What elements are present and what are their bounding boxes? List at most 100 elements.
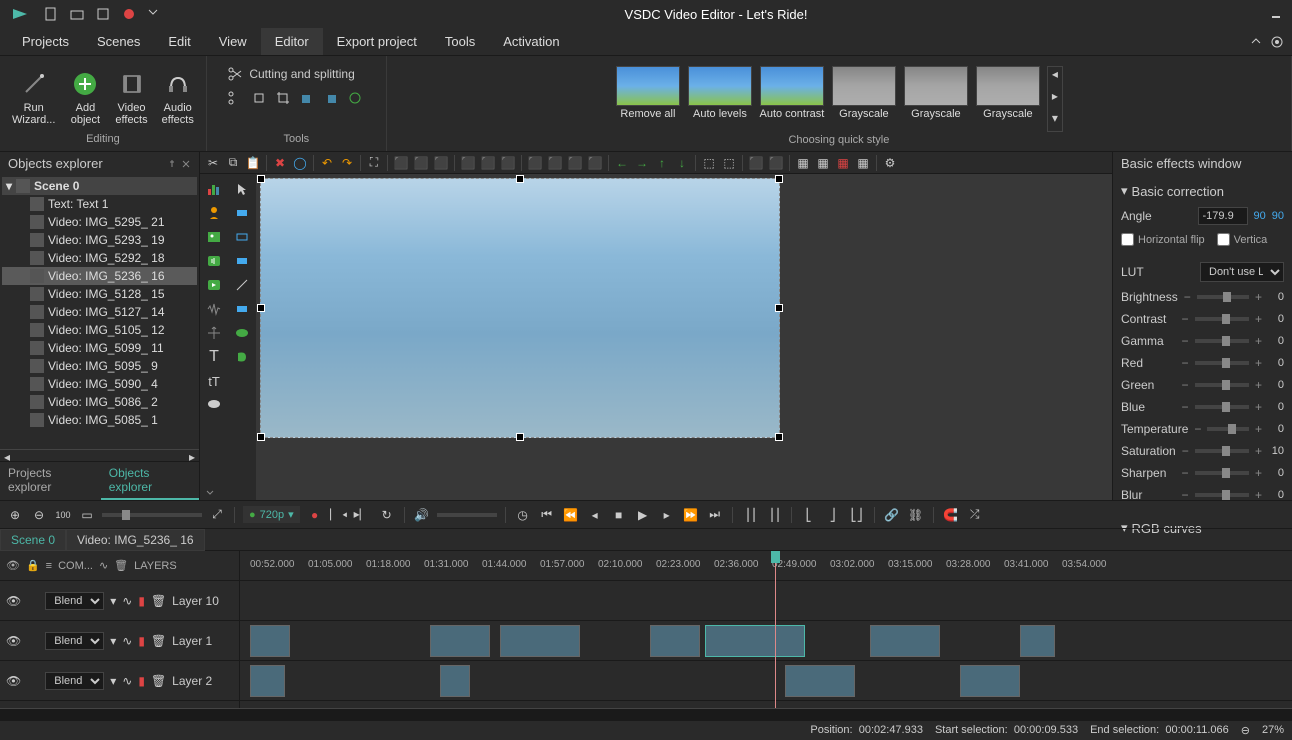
angle-input[interactable] <box>1198 207 1248 225</box>
snap-tool-icon[interactable] <box>251 90 269 108</box>
style-thumb-2[interactable]: Auto contrast <box>759 66 825 126</box>
zoom-out-icon[interactable]: ⊖ <box>30 506 48 524</box>
layers-header-icon[interactable]: ≡ <box>46 560 52 572</box>
goto-end-icon[interactable]: ⏭ <box>706 506 724 524</box>
tree-item[interactable]: Video: IMG_5295_ 21 <box>2 213 197 231</box>
plus-icon[interactable]: + <box>1255 356 1262 370</box>
slider-red[interactable] <box>1195 361 1249 365</box>
align-left-icon[interactable]: ⬛ <box>392 154 410 172</box>
rotate-neg90-icon[interactable]: 90 <box>1272 210 1284 222</box>
minus-icon[interactable]: − <box>1181 334 1188 348</box>
circle-icon[interactable]: ◯ <box>291 154 309 172</box>
speech-tool-icon[interactable] <box>202 394 226 416</box>
align-right-icon[interactable]: ⬛ <box>432 154 450 172</box>
clip[interactable] <box>650 625 700 657</box>
clip[interactable] <box>440 665 470 697</box>
clip[interactable] <box>960 665 1020 697</box>
cut-tool-icon[interactable] <box>227 90 245 108</box>
zoom-in-icon[interactable]: ⊕ <box>6 506 24 524</box>
next-frame-icon[interactable]: ▸ <box>658 506 676 524</box>
tree-item[interactable]: Video: IMG_5292_ 18 <box>2 249 197 267</box>
del-icon[interactable]: 🗑 <box>151 594 166 608</box>
clip-selected[interactable] <box>705 625 805 657</box>
styles-more-icon[interactable]: ◂▸▾ <box>1047 66 1063 132</box>
del-icon[interactable]: 🗑 <box>151 634 166 648</box>
link-icon[interactable]: 🔗 <box>883 506 901 524</box>
tab-projects-explorer[interactable]: Projects explorer <box>0 462 101 500</box>
eye-header-icon[interactable]: 👁 <box>6 559 20 572</box>
tl-tab-scene[interactable]: Scene 0 <box>0 529 66 551</box>
tree-root-scene[interactable]: ▾ Scene 0 <box>2 177 197 195</box>
rotate-left-icon[interactable] <box>299 90 317 108</box>
track-layer10[interactable] <box>240 581 1292 621</box>
slider-gamma[interactable] <box>1195 339 1249 343</box>
next-marker-icon[interactable]: ▸⎸ <box>354 506 372 524</box>
image-tool-icon[interactable] <box>202 226 226 248</box>
plus-icon[interactable]: + <box>1255 378 1262 392</box>
marker-out-icon[interactable]: ⎦ <box>824 506 842 524</box>
horizontal-flip-checkbox[interactable]: Horizontal flip <box>1121 233 1205 246</box>
prev-marker-icon[interactable]: ⎸◂ <box>330 506 348 524</box>
tree-item[interactable]: Video: IMG_5128_ 15 <box>2 285 197 303</box>
run-wizard-button[interactable]: Run Wizard... <box>8 66 59 128</box>
slider-blue[interactable] <box>1195 405 1249 409</box>
order-back-icon[interactable]: ⬛ <box>767 154 785 172</box>
align-top-icon[interactable]: ⬛ <box>459 154 477 172</box>
style-thumb-3[interactable]: Grayscale <box>831 66 897 126</box>
unlink-icon[interactable]: ⛓ <box>907 506 925 524</box>
tl-tab-video[interactable]: Video: IMG_5236_ 16 <box>66 529 205 551</box>
timeline-right[interactable]: 00:52.00001:05.00001:18.00001:31.00001:4… <box>240 551 1292 708</box>
menu-editor[interactable]: Editor <box>261 28 323 55</box>
menu-view[interactable]: View <box>205 28 261 55</box>
clip[interactable] <box>870 625 940 657</box>
blend-select[interactable]: Blend <box>45 632 104 650</box>
order-front-icon[interactable]: ⬛ <box>747 154 765 172</box>
save-icon[interactable] <box>96 7 110 21</box>
undo-icon[interactable]: ↶ <box>318 154 336 172</box>
minus-icon[interactable]: − <box>1181 400 1188 414</box>
tree-item[interactable]: Video: IMG_5095_ 9 <box>2 357 197 375</box>
rect-fill-tool-icon[interactable] <box>230 202 254 224</box>
rotate-90-icon[interactable]: 90 <box>1254 210 1266 222</box>
prev-frame-icon[interactable]: ◂ <box>586 506 604 524</box>
grid3-icon[interactable]: ▦ <box>834 154 852 172</box>
sync-tool-icon[interactable] <box>347 90 365 108</box>
chevron-down-icon[interactable]: ▾ <box>110 594 116 608</box>
collapse-icon[interactable]: ▾ <box>6 179 12 193</box>
playhead[interactable] <box>775 551 776 708</box>
ungroup-icon[interactable]: ⬚ <box>720 154 738 172</box>
rect3-tool-icon[interactable] <box>230 298 254 320</box>
slider-contrast[interactable] <box>1195 317 1249 321</box>
crop-tool-icon[interactable] <box>275 90 293 108</box>
wave-header-icon[interactable]: ∿ <box>99 559 108 572</box>
distribute-h-icon[interactable]: ⬛ <box>526 154 544 172</box>
timeline-h-scrollbar[interactable] <box>0 708 1292 720</box>
style-thumb-5[interactable]: Grayscale <box>975 66 1041 126</box>
snap-icon[interactable]: ⤮ <box>966 506 984 524</box>
marker-in-icon[interactable]: ⎣ <box>800 506 818 524</box>
track-layer2[interactable] <box>240 661 1292 701</box>
audio-effects-button[interactable]: Audio effects <box>158 66 198 128</box>
expand-tl-icon[interactable]: ⤢ <box>208 506 226 524</box>
preview-canvas[interactable] <box>256 174 1112 500</box>
chart-tool-icon[interactable] <box>202 178 226 200</box>
new-file-icon[interactable] <box>44 7 58 21</box>
minimize-icon[interactable] <box>1270 7 1284 21</box>
stop-icon[interactable]: ■ <box>610 506 628 524</box>
rotate-right-icon[interactable] <box>323 90 341 108</box>
lock-header-icon[interactable]: 🔒 <box>26 559 40 572</box>
rewind-icon[interactable]: ⏪ <box>562 506 580 524</box>
menu-scenes[interactable]: Scenes <box>83 28 154 55</box>
rect-outline-tool-icon[interactable] <box>230 226 254 248</box>
timeline-ruler[interactable]: 00:52.00001:05.00001:18.00001:31.00001:4… <box>240 551 1292 581</box>
align-center-v-icon[interactable]: ⬛ <box>479 154 497 172</box>
expand-icon[interactable] <box>204 486 216 498</box>
tree-item[interactable]: Video: IMG_5105_ 12 <box>2 321 197 339</box>
grid-icon[interactable]: ▦ <box>794 154 812 172</box>
dropdown-icon[interactable] <box>148 7 162 21</box>
volume-slider[interactable] <box>437 513 497 517</box>
grid2-icon[interactable]: ▦ <box>814 154 832 172</box>
goto-start-icon[interactable]: ⏮ <box>538 506 556 524</box>
minus-icon[interactable]: − <box>1181 312 1188 326</box>
gear-icon[interactable]: ⚙ <box>881 154 899 172</box>
